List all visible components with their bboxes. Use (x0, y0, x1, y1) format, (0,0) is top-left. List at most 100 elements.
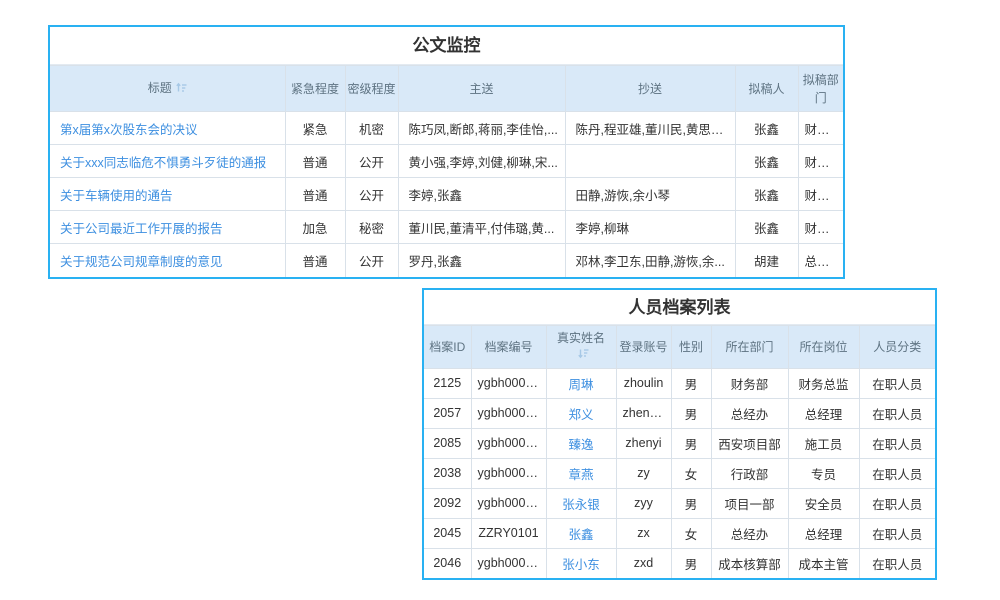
person-dept-cell: 西安项目部 (711, 428, 788, 458)
person-gender-cell: 男 (671, 428, 711, 458)
doc-draft-dept-cell: 财务部 (798, 112, 843, 145)
person-gender-cell: 男 (671, 398, 711, 428)
person-gender-cell: 男 (671, 548, 711, 578)
person-archive-id-cell: 2046 (424, 548, 471, 578)
doc-cc-cell (565, 145, 735, 178)
person-account-cell: zhengyi (616, 398, 671, 428)
doc-main-to-cell: 黄小强,李婷,刘健,柳琳,宋... (398, 145, 565, 178)
person-archive-id-cell: 2038 (424, 458, 471, 488)
doc-main-to-cell: 罗丹,张鑫 (398, 244, 565, 277)
doc-urgency-cell: 加急 (285, 211, 345, 244)
person-post-cell: 总经理 (788, 398, 859, 428)
doc-row: 第x届第x次股东会的决议 紧急 机密 陈巧凤,断郎,蒋丽,李佳怡,... 陈丹,… (50, 112, 843, 145)
person-category-cell: 在职人员 (859, 548, 935, 578)
col-header-archive-code: 档案编号 (471, 326, 546, 369)
person-account-cell: zhenyi (616, 428, 671, 458)
person-dept-cell: 总经办 (711, 398, 788, 428)
doc-draft-dept-cell: 财务部 (798, 211, 843, 244)
doc-row: 关于xxx同志临危不惧勇斗歹徒的通报 普通 公开 黄小强,李婷,刘健,柳琳,宋.… (50, 145, 843, 178)
person-post-cell: 财务总监 (788, 368, 859, 398)
person-dept-cell: 行政部 (711, 458, 788, 488)
doc-drafter-cell: 胡建 (735, 244, 798, 277)
person-account-cell: zyy (616, 488, 671, 518)
doc-draft-dept-cell: 财务部 (798, 145, 843, 178)
personnel-row: 2125 ygbh000070 周琳 zhoulin 男 财务部 财务总监 在职… (424, 368, 935, 398)
doc-draft-dept-cell: 财务部 (798, 178, 843, 211)
person-account-cell: zxd (616, 548, 671, 578)
col-header-title[interactable]: 标题 (50, 66, 285, 112)
doc-security-cell: 公开 (345, 145, 398, 178)
personnel-row: 2045 ZZRY0101 张鑫 zx 女 总经办 总经理 在职人员 (424, 518, 935, 548)
person-archive-code-cell: ygbh000050 (471, 548, 546, 578)
col-header-real-name-label: 真实姓名 (557, 330, 605, 347)
doc-monitor-header-row: 标题 紧急程度 密级程度 主送 抄送 拟稿人 拟稿部门 (50, 66, 843, 112)
col-header-security: 密级程度 (345, 66, 398, 112)
doc-main-to-cell: 李婷,张鑫 (398, 178, 565, 211)
person-dept-cell: 成本核算部 (711, 548, 788, 578)
person-gender-cell: 女 (671, 518, 711, 548)
doc-urgency-cell: 普通 (285, 145, 345, 178)
person-account-cell: zhoulin (616, 368, 671, 398)
col-header-draft-dept: 拟稿部门 (798, 66, 843, 112)
person-archive-id-cell: 2092 (424, 488, 471, 518)
col-header-real-name[interactable]: 真实姓名 (546, 326, 616, 369)
person-post-cell: 安全员 (788, 488, 859, 518)
person-dept-cell: 总经办 (711, 518, 788, 548)
person-name-link[interactable]: 郑义 (546, 398, 616, 428)
doc-title-link[interactable]: 关于规范公司规章制度的意见 (50, 244, 285, 277)
col-header-urgency: 紧急程度 (285, 66, 345, 112)
person-archive-id-cell: 2057 (424, 398, 471, 428)
col-header-title-label: 标题 (148, 81, 172, 95)
doc-cc-cell: 田静,游恢,余小琴 (565, 178, 735, 211)
person-archive-code-cell: ygbh000068 (471, 398, 546, 428)
col-header-category: 人员分类 (859, 326, 935, 369)
doc-title-link[interactable]: 第x届第x次股东会的决议 (50, 112, 285, 145)
doc-draft-dept-cell: 总经办 (798, 244, 843, 277)
doc-security-cell: 公开 (345, 178, 398, 211)
sort-icon[interactable] (578, 347, 589, 364)
person-archive-code-cell: ygbh000070 (471, 368, 546, 398)
person-name-link[interactable]: 周琳 (546, 368, 616, 398)
doc-title-link[interactable]: 关于公司最近工作开展的报告 (50, 211, 285, 244)
person-name-link[interactable]: 章燕 (546, 458, 616, 488)
doc-cc-cell: 李婷,柳琳 (565, 211, 735, 244)
person-dept-cell: 项目一部 (711, 488, 788, 518)
person-archive-code-cell: ygbh000038 (471, 458, 546, 488)
person-gender-cell: 女 (671, 458, 711, 488)
personnel-header-row: 档案ID 档案编号 真实姓名 登录账号 性别 所在部门 所在岗位 人员分类 (424, 326, 935, 369)
doc-security-cell: 机密 (345, 112, 398, 145)
person-category-cell: 在职人员 (859, 488, 935, 518)
person-name-link[interactable]: 张永银 (546, 488, 616, 518)
doc-main-to-cell: 董川民,董清平,付伟璐,黄... (398, 211, 565, 244)
personnel-row: 2038 ygbh000038 章燕 zy 女 行政部 专员 在职人员 (424, 458, 935, 488)
person-archive-id-cell: 2085 (424, 428, 471, 458)
person-name-link[interactable]: 张小东 (546, 548, 616, 578)
doc-monitor-title: 公文监控 (50, 27, 843, 65)
doc-drafter-cell: 张鑫 (735, 112, 798, 145)
personnel-row: 2057 ygbh000068 郑义 zhengyi 男 总经办 总经理 在职人… (424, 398, 935, 428)
person-category-cell: 在职人员 (859, 368, 935, 398)
col-header-post: 所在岗位 (788, 326, 859, 369)
doc-row: 关于规范公司规章制度的意见 普通 公开 罗丹,张鑫 邓林,李卫东,田静,游恢,余… (50, 244, 843, 277)
person-archive-id-cell: 2045 (424, 518, 471, 548)
person-name-link[interactable]: 臻逸 (546, 428, 616, 458)
doc-title-link[interactable]: 关于车辆使用的通告 (50, 178, 285, 211)
doc-drafter-cell: 张鑫 (735, 145, 798, 178)
doc-monitor-panel: 公文监控 标题 紧急程度 密级程度 主送 抄送 拟稿人 拟稿部门 第x届第 (48, 25, 845, 279)
col-header-cc: 抄送 (565, 66, 735, 112)
doc-security-cell: 公开 (345, 244, 398, 277)
personnel-title: 人员档案列表 (424, 290, 935, 325)
person-archive-code-cell: ygbh000111 (471, 428, 546, 458)
doc-drafter-cell: 张鑫 (735, 178, 798, 211)
doc-title-link[interactable]: 关于xxx同志临危不惧勇斗歹徒的通报 (50, 145, 285, 178)
doc-security-cell: 秘密 (345, 211, 398, 244)
person-category-cell: 在职人员 (859, 518, 935, 548)
doc-row: 关于公司最近工作开展的报告 加急 秘密 董川民,董清平,付伟璐,黄... 李婷,… (50, 211, 843, 244)
person-name-link[interactable]: 张鑫 (546, 518, 616, 548)
doc-urgency-cell: 普通 (285, 178, 345, 211)
personnel-row: 2085 ygbh000111 臻逸 zhenyi 男 西安项目部 施工员 在职… (424, 428, 935, 458)
sort-icon[interactable] (176, 80, 187, 98)
person-post-cell: 专员 (788, 458, 859, 488)
person-post-cell: 成本主管 (788, 548, 859, 578)
person-gender-cell: 男 (671, 488, 711, 518)
